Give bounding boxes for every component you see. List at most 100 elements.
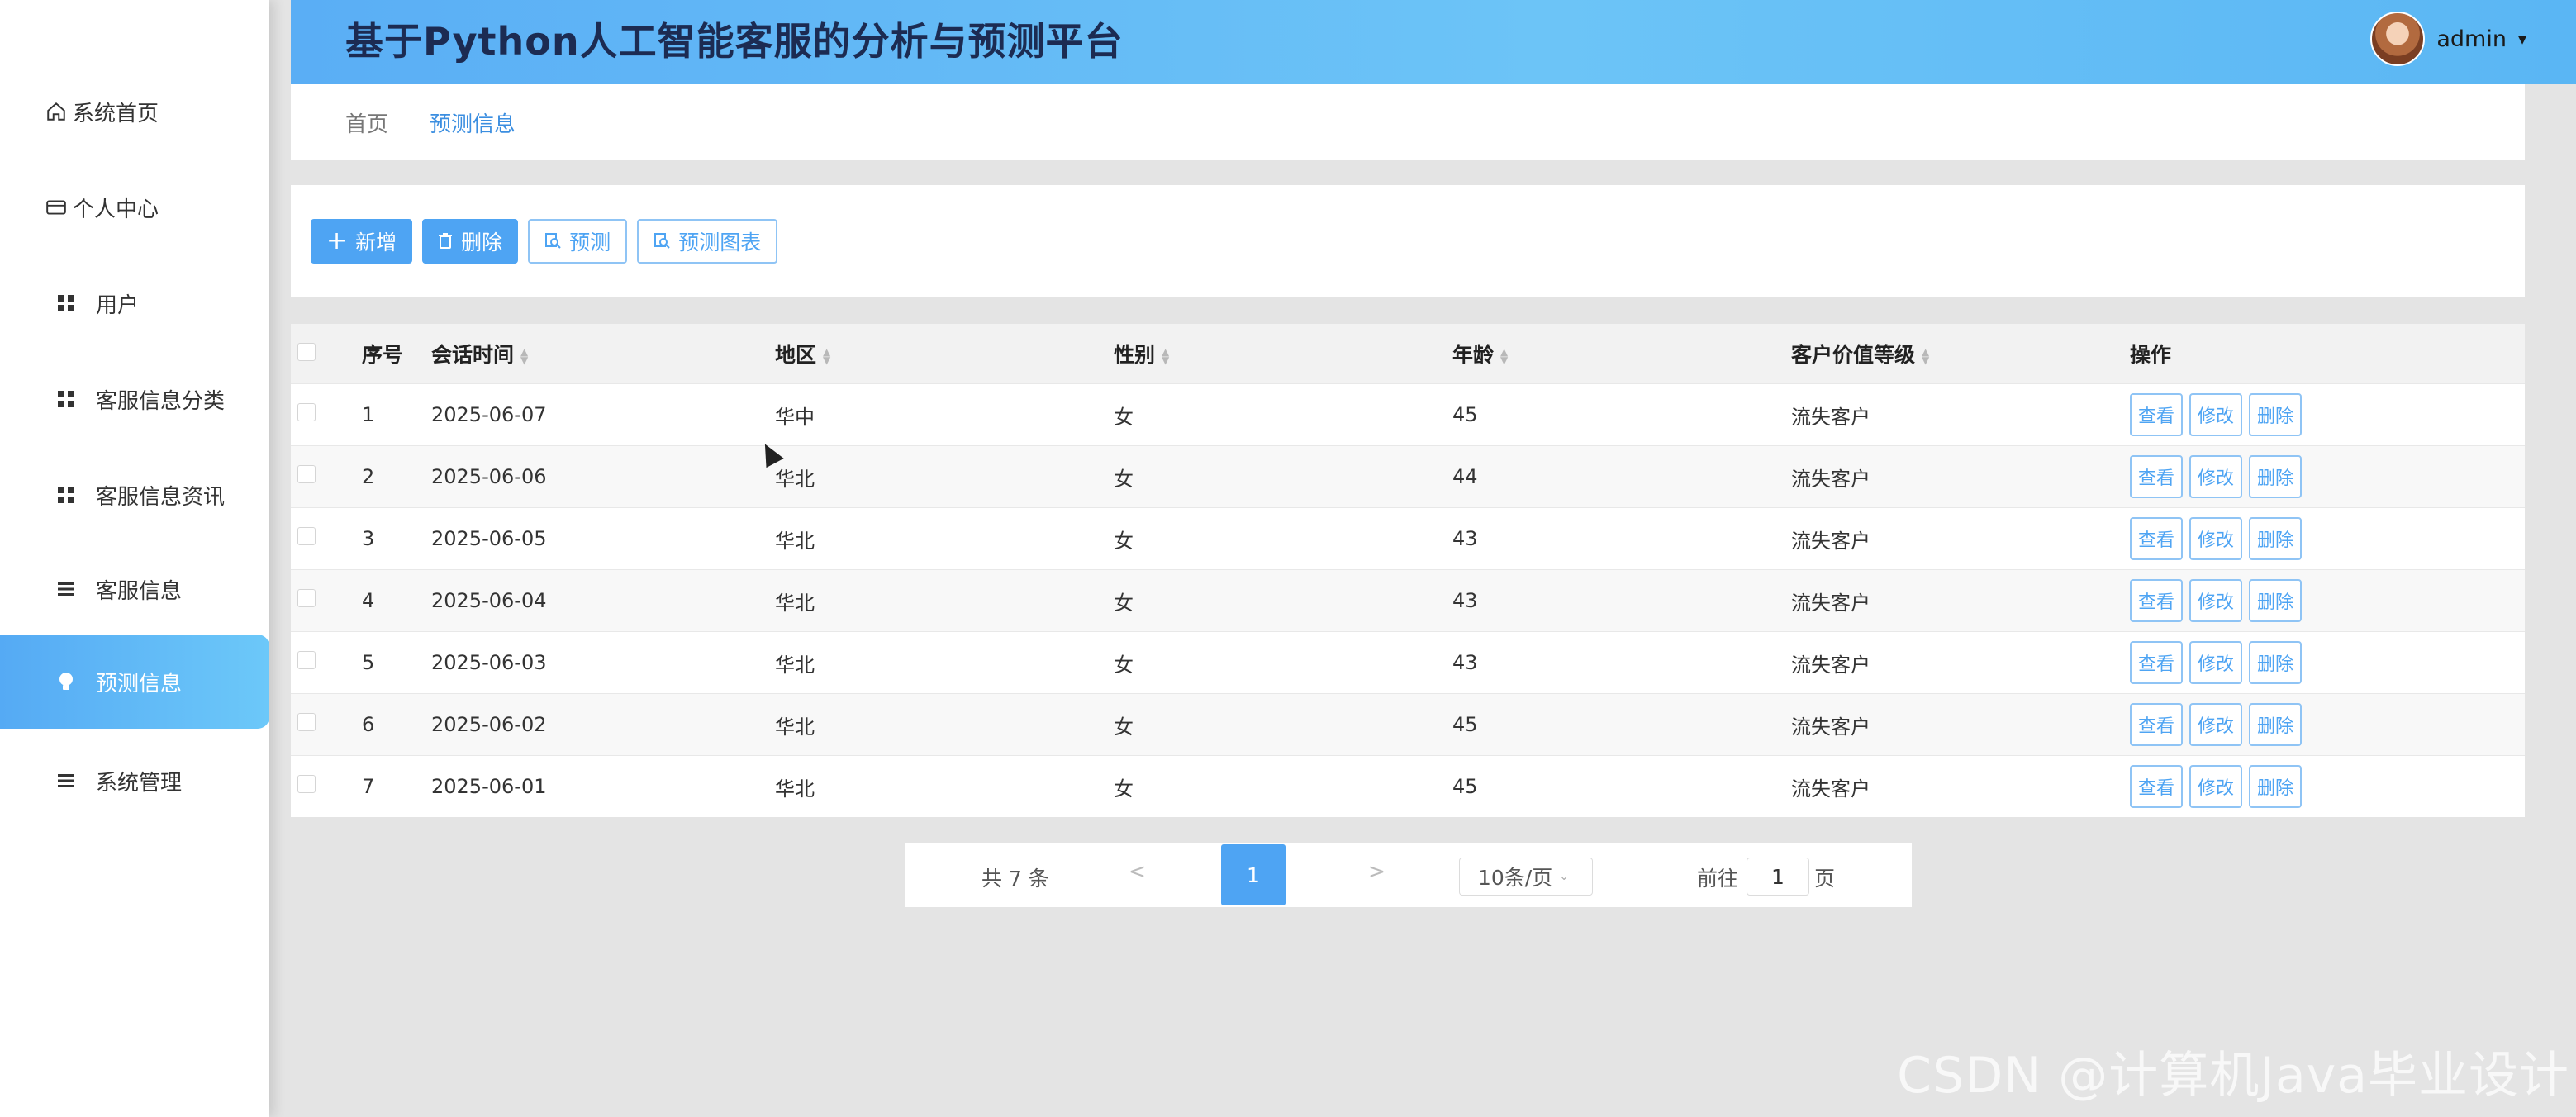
header-sex-label: 性别 — [1114, 343, 1156, 367]
edit-button[interactable]: 修改 — [2189, 641, 2243, 684]
add-button[interactable]: + 新增 — [311, 219, 413, 264]
sort-icon[interactable]: ▲ ▼ — [1922, 347, 1929, 365]
pagination: 共 7 条 < 1 > 10条/页 ⌄ 前往 1 页 — [905, 843, 1912, 907]
row-delete-button[interactable]: 删除 — [2249, 765, 2303, 808]
sort-icon[interactable]: ▲ ▼ — [520, 347, 528, 365]
header-sex[interactable]: 性别 ▲ ▼ — [1114, 339, 1169, 368]
page-unit-label: 页 — [1814, 867, 1836, 891]
view-button[interactable]: 查看 — [2130, 517, 2184, 560]
delete-button[interactable]: 删除 — [422, 219, 519, 264]
row-delete-button[interactable]: 删除 — [2249, 517, 2303, 560]
page-number-button[interactable]: 1 — [1221, 844, 1286, 905]
add-button-label: 新增 — [355, 231, 397, 254]
cell-time: 2025-06-02 — [431, 713, 547, 736]
row-checkbox-cell — [291, 589, 329, 612]
row-checkbox[interactable] — [297, 651, 316, 669]
predict-button[interactable]: 预测 — [528, 219, 628, 264]
row-delete-button[interactable]: 删除 — [2249, 703, 2303, 746]
cell-level: 流失客户 — [1791, 591, 1870, 615]
cell-seq: 2 — [362, 465, 375, 488]
sidebar-item-home[interactable]: 系统首页 — [0, 64, 269, 159]
next-page-button[interactable]: > — [1368, 859, 1385, 883]
breadcrumb-current: 预测信息 — [430, 112, 516, 137]
sidebar-item-service-category[interactable]: 客服信息分类 — [0, 352, 269, 446]
avatar[interactable] — [2370, 12, 2426, 66]
header-ops: 操作 — [2130, 343, 2172, 367]
view-button[interactable]: 查看 — [2130, 579, 2184, 622]
row-checkbox[interactable] — [297, 465, 316, 483]
pagination-total: 共 7 条 — [981, 867, 1049, 891]
cell-sex: 女 — [1114, 405, 1134, 429]
chevron-down-icon: ⌄ — [1559, 870, 1569, 883]
cell-level: 流失客户 — [1791, 529, 1870, 553]
goto-page-input[interactable]: 1 — [1747, 858, 1809, 896]
cell-region: 华北 — [775, 653, 815, 677]
row-delete-button[interactable]: 删除 — [2249, 393, 2303, 436]
row-checkbox[interactable] — [297, 589, 316, 607]
edit-button[interactable]: 修改 — [2189, 579, 2243, 622]
chevron-down-icon[interactable]: ▾ — [2518, 29, 2526, 49]
edit-button[interactable]: 修改 — [2189, 517, 2243, 560]
cell-region: 华北 — [775, 467, 815, 491]
select-all-checkbox[interactable] — [297, 342, 316, 361]
row-checkbox[interactable] — [297, 713, 316, 731]
row-checkbox[interactable] — [297, 403, 316, 421]
view-button[interactable]: 查看 — [2130, 393, 2184, 436]
breadcrumb-home[interactable]: 首页 — [345, 107, 388, 138]
edit-button[interactable]: 修改 — [2189, 393, 2243, 436]
goto-label: 前往 — [1697, 867, 1739, 891]
table-row: 3 2025-06-05 华北 女 43 流失客户 查看 修改 删除 — [291, 507, 2525, 569]
view-button[interactable]: 查看 — [2130, 641, 2184, 684]
sidebar-item-system-management[interactable]: 系统管理 — [0, 734, 269, 828]
sort-icon[interactable]: ▲ ▼ — [1162, 347, 1169, 365]
list-icon — [55, 769, 78, 792]
prediction-chart-button[interactable]: 预测图表 — [637, 219, 778, 264]
cell-time: 2025-06-07 — [431, 403, 547, 426]
header-region[interactable]: 地区 ▲ ▼ — [775, 339, 830, 368]
row-checkbox-cell — [291, 465, 329, 488]
row-delete-button[interactable]: 删除 — [2249, 579, 2303, 622]
sidebar-item-personal-center[interactable]: 个人中心 — [0, 160, 269, 254]
row-delete-button[interactable]: 删除 — [2249, 455, 2303, 498]
page-size-select[interactable]: 10条/页 ⌄ — [1459, 858, 1593, 896]
sidebar-item-service-info[interactable]: 客服信息 — [0, 542, 269, 636]
edit-button[interactable]: 修改 — [2189, 703, 2243, 746]
cell-seq: 5 — [362, 651, 375, 674]
cell-ops: 查看 修改 删除 — [2130, 641, 2303, 684]
edit-button[interactable]: 修改 — [2189, 455, 2243, 498]
cell-level: 流失客户 — [1791, 467, 1870, 491]
sidebar-item-service-news[interactable]: 客服信息资讯 — [0, 448, 269, 542]
row-checkbox[interactable] — [297, 775, 316, 793]
sort-icon[interactable]: ▲ ▼ — [823, 347, 830, 365]
header-age[interactable]: 年龄 ▲ ▼ — [1452, 339, 1508, 368]
header-level[interactable]: 客户价值等级 ▲ ▼ — [1791, 339, 1929, 368]
username[interactable]: admin — [2436, 26, 2507, 52]
sidebar-item-label: 个人中心 — [73, 197, 159, 222]
row-checkbox-cell — [291, 403, 329, 426]
cell-age: 43 — [1452, 589, 1478, 612]
sidebar-item-prediction[interactable]: 预测信息 — [0, 635, 269, 729]
sidebar-item-users[interactable]: 用户 — [0, 256, 269, 350]
sort-icon[interactable]: ▲ ▼ — [1500, 347, 1508, 365]
table-row: 6 2025-06-02 华北 女 45 流失客户 查看 修改 删除 — [291, 693, 2525, 755]
top-header: 基于Python人工智能客服的分析与预测平台 admin ▾ — [291, 0, 2576, 84]
table-row: 1 2025-06-07 华中 女 45 流失客户 查看 修改 删除 — [291, 383, 2525, 445]
sidebar-item-label: 客服信息 — [96, 578, 183, 604]
view-button[interactable]: 查看 — [2130, 703, 2184, 746]
view-button[interactable]: 查看 — [2130, 455, 2184, 498]
prev-page-button[interactable]: < — [1129, 859, 1146, 883]
header-time[interactable]: 会话时间 ▲ ▼ — [431, 339, 528, 368]
edit-button[interactable]: 修改 — [2189, 765, 2243, 808]
header-region-label: 地区 — [775, 343, 817, 367]
cell-sex: 女 — [1114, 777, 1134, 801]
row-checkbox-cell — [291, 527, 329, 550]
cell-sex: 女 — [1114, 529, 1134, 553]
row-checkbox[interactable] — [297, 527, 316, 545]
prediction-table: 序号 会话时间 ▲ ▼ 地区 ▲ ▼ 性别 ▲ ▼ 年龄 ▲ ▼ 客户价值等级 ▲ ▼ 操作 1 20… — [291, 324, 2525, 817]
user-menu[interactable]: admin ▾ — [2370, 8, 2526, 69]
cell-seq: 4 — [362, 589, 375, 612]
table-body: 1 2025-06-07 华中女 45 流失客户 查看 修改 删除 2 2025-06-06 华北女… — [291, 383, 2525, 817]
cell-ops: 查看 修改 删除 — [2130, 455, 2303, 498]
row-delete-button[interactable]: 删除 — [2249, 641, 2303, 684]
view-button[interactable]: 查看 — [2130, 765, 2184, 808]
